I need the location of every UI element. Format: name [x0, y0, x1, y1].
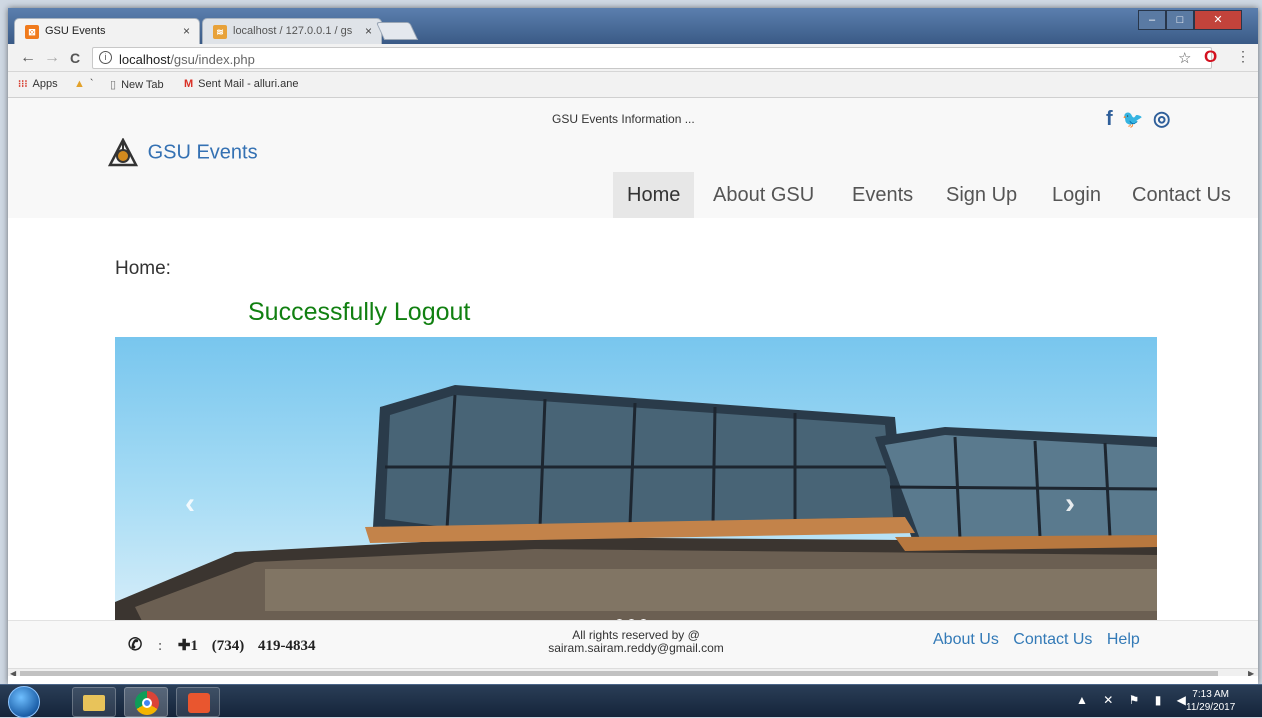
maximize-button[interactable]: □ — [1166, 10, 1194, 30]
bookmark-label: ` — [89, 78, 94, 90]
phone-area: (734) — [211, 638, 245, 654]
social-links: f 🐦 ◎ — [1106, 106, 1172, 131]
apps-grid-icon: ⁝⁝⁝ — [18, 79, 28, 90]
footer-link-about-us[interactable]: About Us — [933, 631, 999, 648]
tab-close-icon[interactable]: × — [365, 24, 372, 38]
close-window-button[interactable]: ✕ — [1194, 10, 1242, 30]
site-footer: ✆ : ✚1 (734) 419-4834 All rights reserve… — [8, 620, 1258, 668]
forward-icon[interactable]: → — [44, 49, 60, 67]
back-icon[interactable]: ← — [20, 49, 36, 67]
bookmark-apps[interactable]: ⁝⁝⁝ Apps — [18, 78, 58, 90]
taskbar-file-explorer[interactable] — [72, 687, 116, 717]
bookmark-label: New Tab — [121, 79, 164, 91]
bookmark-xampp[interactable]: ▲ ` — [74, 78, 94, 90]
chrome-icon-center — [142, 698, 152, 708]
carousel-prev-icon[interactable]: ‹ — [185, 487, 195, 521]
nav-sign-up[interactable]: Sign Up — [932, 172, 1031, 218]
site-brand[interactable]: GSU Events — [108, 138, 258, 168]
instagram-icon[interactable]: ◎ — [1153, 108, 1172, 130]
url-host: localhost — [119, 52, 171, 67]
nav-events[interactable]: Events — [838, 172, 927, 218]
taskbar-clock[interactable]: 7:13 AM 11/29/2017 — [1186, 688, 1235, 714]
browser-menu-icon[interactable]: ⋮ — [1236, 48, 1250, 65]
phpmyadmin-favicon-icon: ≋ — [213, 25, 227, 39]
minimize-button[interactable]: – — [1138, 10, 1166, 30]
tab-gsu-events[interactable]: ⊠ GSU Events × — [14, 18, 200, 44]
site-header: GSU Events Information ... f 🐦 ◎ GSU Eve… — [8, 98, 1258, 218]
page-icon: ▯ — [110, 79, 117, 91]
bookmark-label: Apps — [32, 78, 58, 90]
horizontal-scrollbar[interactable]: ◀ ▶ — [8, 668, 1258, 676]
carousel-next-icon[interactable]: › — [1065, 487, 1075, 521]
bookmark-star-icon[interactable]: ☆ — [1178, 49, 1191, 67]
facebook-icon[interactable]: f — [1106, 108, 1115, 130]
bookmark-label: Sent Mail - alluri.ane — [198, 78, 299, 90]
twitter-icon[interactable]: 🐦 — [1122, 110, 1145, 129]
clock-date: 11/29/2017 — [1186, 702, 1236, 713]
taskbar-chrome[interactable] — [124, 687, 168, 717]
scroll-right-icon[interactable]: ▶ — [1248, 669, 1254, 676]
reload-icon[interactable]: C — [70, 49, 80, 67]
page-title: Home: — [115, 258, 171, 279]
footer-link-contact-us[interactable]: Contact Us — [1013, 631, 1092, 648]
bookmark-new-tab[interactable]: ▯ New Tab — [110, 78, 164, 91]
xampp-icon: ▲ — [74, 78, 85, 90]
start-button[interactable] — [8, 686, 40, 718]
folder-icon — [83, 695, 105, 711]
logout-success-message: Successfully Logout — [248, 298, 471, 326]
nav-home[interactable]: Home — [613, 172, 695, 218]
footer-links: About Us Contact Us Help — [933, 631, 1150, 649]
phone-colon: : — [158, 638, 163, 654]
footer-copyright: All rights reserved by @ sairam.sairam.r… — [488, 629, 784, 655]
browser-window: ⊠ GSU Events × ≋ localhost / 127.0.0.1 /… — [8, 8, 1258, 684]
tab-strip: ⊠ GSU Events × ≋ localhost / 127.0.0.1 /… — [8, 8, 1258, 44]
url-path: /gsu/index.php — [170, 52, 255, 67]
brand-name: GSU Events — [147, 141, 258, 164]
brand-logo-icon — [108, 138, 138, 167]
web-page: GSU Events Information ... f 🐦 ◎ GSU Eve… — [8, 98, 1258, 676]
system-tray-icons[interactable]: ▲ ✕ ⚑ ▮ ◀ — [1076, 693, 1192, 707]
phone-number: 419-4834 — [258, 638, 316, 654]
bookmarks-bar: ⁝⁝⁝ Apps ▲ ` ▯ New Tab M Sent Mail - alluri.… — [8, 72, 1258, 98]
new-tab-button[interactable] — [375, 22, 419, 40]
site-info-icon[interactable]: i — [99, 51, 112, 64]
campus-building-image — [115, 385, 1157, 632]
xampp-favicon-icon: ⊠ — [25, 25, 39, 39]
image-carousel: ‹ › — [115, 337, 1157, 632]
copyright-line2: sairam.sairam.reddy@gmail.com — [548, 641, 724, 655]
tab-label: GSU Events — [45, 25, 106, 37]
footer-link-help[interactable]: Help — [1107, 631, 1140, 648]
xampp-taskbar-icon — [188, 693, 210, 713]
tab-phpmyadmin[interactable]: ≋ localhost / 127.0.0.1 / gs × — [202, 18, 382, 44]
taskbar-xampp[interactable] — [176, 687, 220, 717]
scroll-left-icon[interactable]: ◀ — [10, 669, 16, 676]
bookmark-sent-mail[interactable]: M Sent Mail - alluri.ane — [184, 78, 298, 90]
tab-label: localhost / 127.0.0.1 / gs — [233, 25, 353, 37]
footer-phone: ✆ : ✚1 (734) 419-4834 — [128, 635, 316, 655]
windows-taskbar: ▲ ✕ ⚑ ▮ ◀ 7:13 AM 11/29/2017 — [0, 684, 1262, 718]
address-url: localhost/gsu/index.php — [119, 52, 255, 67]
browser-toolbar: ← → C i localhost/gsu/index.php ☆ O ⋮ — [8, 44, 1258, 72]
phone-plus: ✚1 — [177, 638, 198, 654]
nav-about-gsu[interactable]: About GSU — [699, 172, 828, 218]
site-tagline: GSU Events Information ... — [552, 112, 695, 126]
phone-icon: ✆ — [128, 635, 143, 654]
address-bar[interactable]: i localhost/gsu/index.php — [92, 47, 1212, 69]
nav-contact-us[interactable]: Contact Us — [1118, 172, 1245, 218]
nav-login[interactable]: Login — [1038, 172, 1115, 218]
scrollbar-thumb[interactable] — [20, 671, 1218, 676]
opera-extension-icon[interactable]: O — [1204, 47, 1217, 67]
gmail-icon: M — [184, 78, 194, 90]
tab-close-icon[interactable]: × — [183, 24, 190, 38]
clock-time: 7:13 AM — [1192, 689, 1229, 700]
